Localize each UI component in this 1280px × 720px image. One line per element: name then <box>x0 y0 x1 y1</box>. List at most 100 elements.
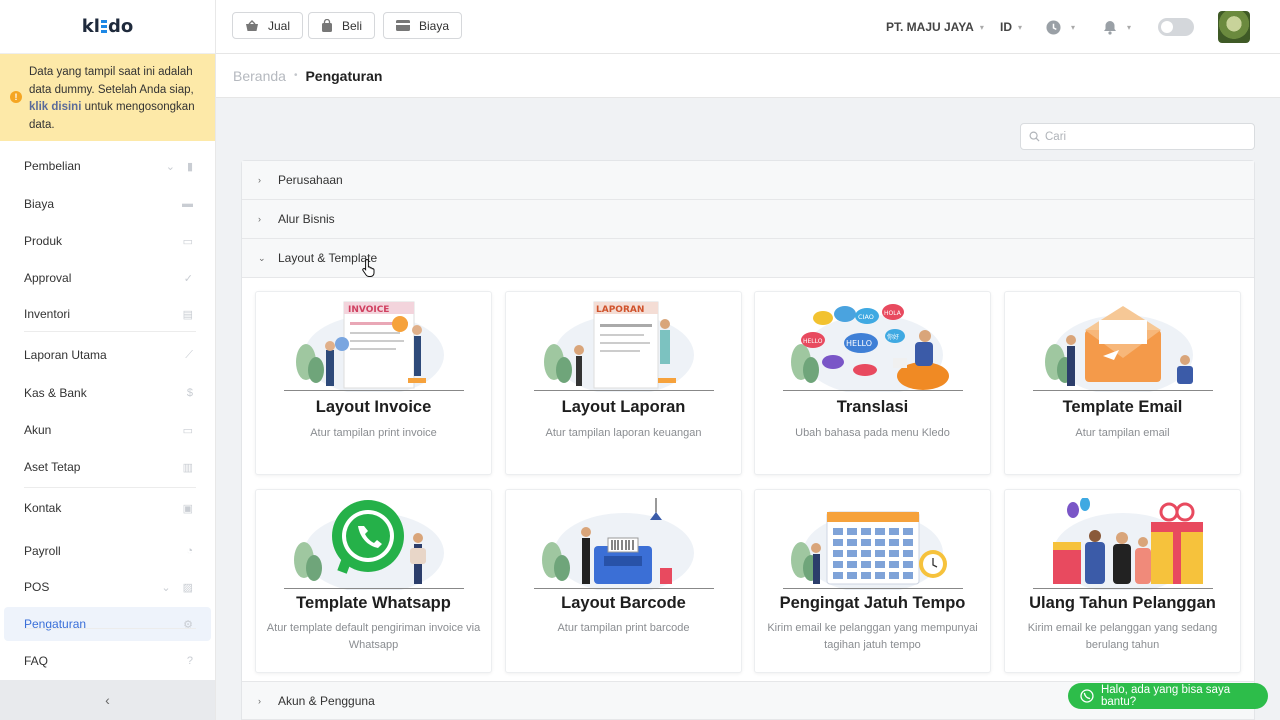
illustration-ground-line <box>1033 390 1213 391</box>
toggle-switch <box>1158 18 1194 36</box>
breadcrumb-home[interactable]: Beranda <box>233 68 286 84</box>
caret-down-icon: ▾ <box>979 22 984 32</box>
sidebar: kl do ! Data yang tampil saat ini adalah … <box>0 0 216 720</box>
kledo-logo[interactable]: kl do <box>0 0 215 54</box>
book-icon: ▭ <box>182 424 193 437</box>
card-title: Translasi <box>836 398 909 416</box>
settings-card-layout-laporan[interactable]: LAPORAN Layout Laporan Atur tampilan lapor… <box>505 291 742 475</box>
illustration-ground-line <box>534 390 714 391</box>
card-description: Ubah bahasa pada menu Kledo <box>795 427 950 439</box>
clock-icon <box>1046 19 1061 35</box>
hand-cursor-icon <box>362 258 375 277</box>
clear-data-link[interactable]: klik disini <box>29 101 81 113</box>
check-icon: ✓ <box>183 272 193 285</box>
settings-card-pengingat-jatuh-tempo[interactable]: Pengingat Jatuh Tempo Kirim email ke pela… <box>754 489 991 673</box>
notifications-menu[interactable]: ▾ <box>1103 0 1131 54</box>
sidebar-item-kas-bank[interactable]: Kas & Bank $ <box>4 376 211 410</box>
basket-icon <box>246 19 258 31</box>
menu-divider <box>24 331 196 332</box>
chevron-right-icon: › <box>258 175 261 185</box>
warning-icon: ! <box>10 91 22 103</box>
search-input[interactable]: Cari <box>1020 123 1255 150</box>
svg-text:你好: 你好 <box>887 333 899 341</box>
illustration-ground-line <box>284 588 464 589</box>
sidebar-item-kontak[interactable]: Kontak ▣ <box>4 491 211 525</box>
card-title: Template Whatsapp <box>296 594 451 612</box>
chart-icon: ⟋ <box>185 348 193 361</box>
sidebar-item-faq[interactable]: FAQ? <box>4 644 211 678</box>
card-icon <box>396 20 410 31</box>
whatsapp-icon <box>1080 689 1094 703</box>
settings-card-ulang-tahun-pelanggan[interactable]: Ulang Tahun Pelanggan Kirim email ke pela… <box>1004 489 1241 673</box>
page-title: Pengaturan <box>305 67 383 84</box>
card-description: Atur tampilan print invoice <box>310 427 437 439</box>
sidebar-item-biaya[interactable]: Biaya ▬ <box>4 187 211 221</box>
contact-card-icon: ▣ <box>182 502 193 515</box>
sidebar-item-approval[interactable]: Approval ✓ <box>4 261 211 295</box>
warehouse-icon: ▤ <box>182 308 193 321</box>
email-illustration <box>1045 306 1193 392</box>
company-selector[interactable]: PT. MAJU JAYA ▾ <box>886 0 984 54</box>
card-title: Layout Laporan <box>561 398 686 416</box>
pos-icon: ▨ <box>182 581 193 594</box>
settings-card-layout-invoice[interactable]: INVOICE Layout Invoice Atur tampilan print… <box>255 291 492 475</box>
dark-mode-toggle[interactable] <box>1158 0 1194 54</box>
sidebar-item-pengaturan[interactable]: Pengaturan ⚙ <box>4 607 211 641</box>
sidebar-item-pos[interactable]: POS ⌄ ▨ <box>4 570 211 604</box>
illustration-ground-line <box>783 390 963 391</box>
language-selector[interactable]: ID ▾ <box>1000 0 1022 54</box>
card-description: Atur tampilan laporan keuangan <box>545 427 702 439</box>
whatsapp-chat-button[interactable]: Halo, ada yang bisa saya bantu? <box>1068 683 1268 709</box>
menu-divider <box>24 628 196 629</box>
history-menu[interactable]: ▾ <box>1046 0 1075 54</box>
breadcrumb-separator: • <box>293 70 298 81</box>
accordion-perusahaan[interactable]: › Perusahaan <box>242 161 1254 200</box>
calendar-illustration <box>791 511 947 590</box>
card-title: Pengingat Jatuh Tempo <box>779 594 966 612</box>
illustration-ground-line <box>1033 588 1213 589</box>
sidebar-item-pembelian[interactable]: Pembelian ⌄ ▮ <box>4 149 211 183</box>
accordion-alur-bisnis[interactable]: › Alur Bisnis <box>242 200 1254 239</box>
caret-down-icon: ▾ <box>1071 22 1076 32</box>
card-description: Kirim email ke pelanggan yang sedang ber… <box>1027 622 1218 651</box>
card-title: Template Email <box>1062 398 1183 416</box>
payroll-icon: ◔ <box>186 545 193 557</box>
accordion-layout-template[interactable]: ⌄ Layout & Template <box>242 239 1254 278</box>
user-avatar[interactable] <box>1218 0 1250 54</box>
invoice-illustration: INVOICE <box>296 301 444 392</box>
card-title: Ulang Tahun Pelanggan <box>1029 594 1216 612</box>
beli-button[interactable]: Beli <box>308 12 376 39</box>
chevron-right-icon: › <box>258 214 261 224</box>
search-icon <box>1029 131 1040 142</box>
svg-text:CIAO: CIAO <box>858 313 874 321</box>
sidebar-item-laporan-utama[interactable]: Laporan Utama ⟋ <box>4 338 211 372</box>
whatsapp-illustration <box>294 500 444 590</box>
menu-divider <box>24 487 196 488</box>
collapse-sidebar-button[interactable]: ‹ <box>0 680 215 720</box>
card-title: Layout Invoice <box>315 398 432 416</box>
topbar: Jual Beli Biaya PT. MAJU JAYA ▾ ID ▾ ▾ ▾ <box>216 0 1280 54</box>
bag-icon <box>322 19 332 32</box>
sidebar-item-payroll[interactable]: Payroll ◔ <box>4 534 211 568</box>
dollar-icon: $ <box>186 387 193 399</box>
settings-card-layout-barcode[interactable]: Layout Barcode Atur tampilan print barcod… <box>505 489 742 673</box>
jual-button[interactable]: Jual <box>232 12 304 39</box>
settings-card-translasi[interactable]: CIAO HOLA HELLO HELLO 你好 Translasi Ubah bahasa… <box>754 291 991 475</box>
avatar <box>1218 11 1250 43</box>
card-description: Kirim email ke pelanggan yang mempunyai … <box>767 622 978 651</box>
chevron-down-icon: ⌄ <box>165 160 175 173</box>
chevron-down-icon: ⌄ <box>161 581 171 594</box>
biaya-button[interactable]: Biaya <box>383 12 463 39</box>
barcode-illustration <box>542 498 694 590</box>
sidebar-item-produk[interactable]: Produk ▭ <box>4 224 211 258</box>
card-title: Layout Barcode <box>561 594 686 612</box>
bag-icon: ▮ <box>186 160 193 173</box>
sidebar-item-aset-tetap[interactable]: Aset Tetap ▥ <box>4 450 211 484</box>
settings-card-template-whatsapp[interactable]: Template Whatsapp Atur template default p… <box>255 489 492 673</box>
birthday-illustration <box>1053 498 1203 590</box>
sidebar-item-inventori[interactable]: Inventori ▤ <box>4 297 211 331</box>
settings-card-template-email[interactable]: Template Email Atur tampilan email <box>1004 291 1241 475</box>
sidebar-item-akun[interactable]: Akun ▭ <box>4 413 211 447</box>
svg-text:HELLO: HELLO <box>803 338 823 345</box>
translate-illustration: CIAO HOLA HELLO HELLO 你好 <box>791 304 949 392</box>
